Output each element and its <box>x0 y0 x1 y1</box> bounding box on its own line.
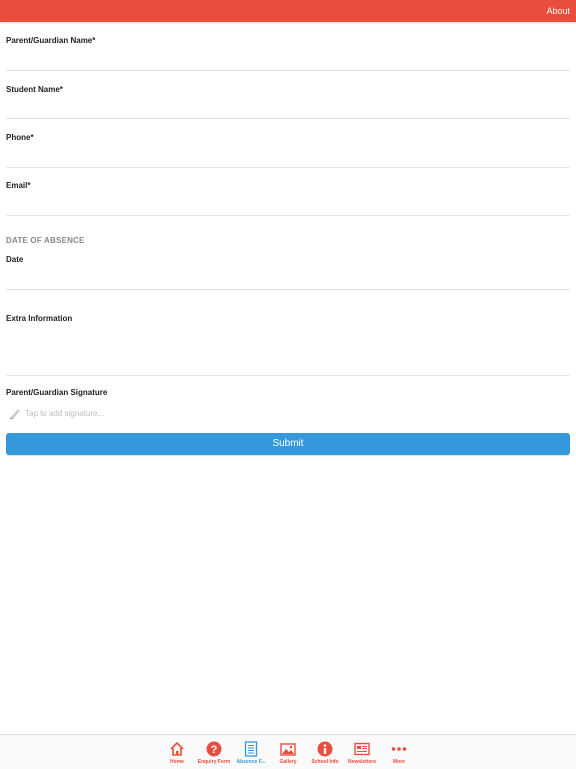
about-button[interactable]: About <box>546 6 570 16</box>
parent-name-label: Parent/Guardian Name* <box>6 36 96 45</box>
svg-text:?: ? <box>211 744 218 756</box>
extra-info-label: Extra Information <box>6 314 73 323</box>
pen-icon <box>8 406 22 420</box>
tab-more-label: More <box>393 759 405 765</box>
student-name-label: Student Name* <box>6 85 63 94</box>
bottom-tab-bar: Home ? Enquiry Form Absence F... Gallery <box>0 734 576 769</box>
signature-label: Parent/Guardian Signature <box>6 388 108 397</box>
extra-info-field[interactable]: Extra Information <box>6 314 570 374</box>
submit-button[interactable]: Submit <box>6 433 570 455</box>
divider <box>6 215 570 216</box>
signature-field: Parent/Guardian Signature <box>6 388 570 400</box>
divider <box>6 375 570 376</box>
tab-more[interactable]: More <box>380 735 418 769</box>
signature-placeholder: Tap to add signature... <box>25 409 105 418</box>
date-input[interactable] <box>6 267 570 287</box>
divider <box>6 70 570 71</box>
info-icon <box>317 741 333 757</box>
divider <box>6 118 570 119</box>
date-of-absence-heading: DATE OF ABSENCE <box>6 236 85 245</box>
date-label: Date <box>6 255 24 264</box>
form-icon <box>244 741 258 757</box>
more-icon <box>391 747 407 751</box>
email-label: Email* <box>6 181 31 190</box>
top-nav-bar: About <box>0 0 576 22</box>
parent-name-input[interactable] <box>6 48 570 68</box>
email-field[interactable]: Email* <box>6 181 570 214</box>
signature-pad[interactable]: Tap to add signature... <box>6 404 570 424</box>
student-name-input[interactable] <box>6 97 570 117</box>
gallery-icon <box>280 743 296 756</box>
email-input[interactable] <box>6 193 570 213</box>
phone-label: Phone* <box>6 133 34 142</box>
home-icon <box>170 741 184 756</box>
student-name-field[interactable]: Student Name* <box>6 85 570 118</box>
newsletter-icon <box>354 742 370 756</box>
question-icon: ? <box>206 741 222 757</box>
divider <box>6 167 570 168</box>
phone-field[interactable]: Phone* <box>6 133 570 166</box>
divider <box>6 289 570 290</box>
phone-input[interactable] <box>6 145 570 165</box>
extra-info-textarea[interactable] <box>6 326 570 372</box>
parent-name-field[interactable]: Parent/Guardian Name* <box>6 36 570 70</box>
date-field[interactable]: Date <box>6 255 570 288</box>
